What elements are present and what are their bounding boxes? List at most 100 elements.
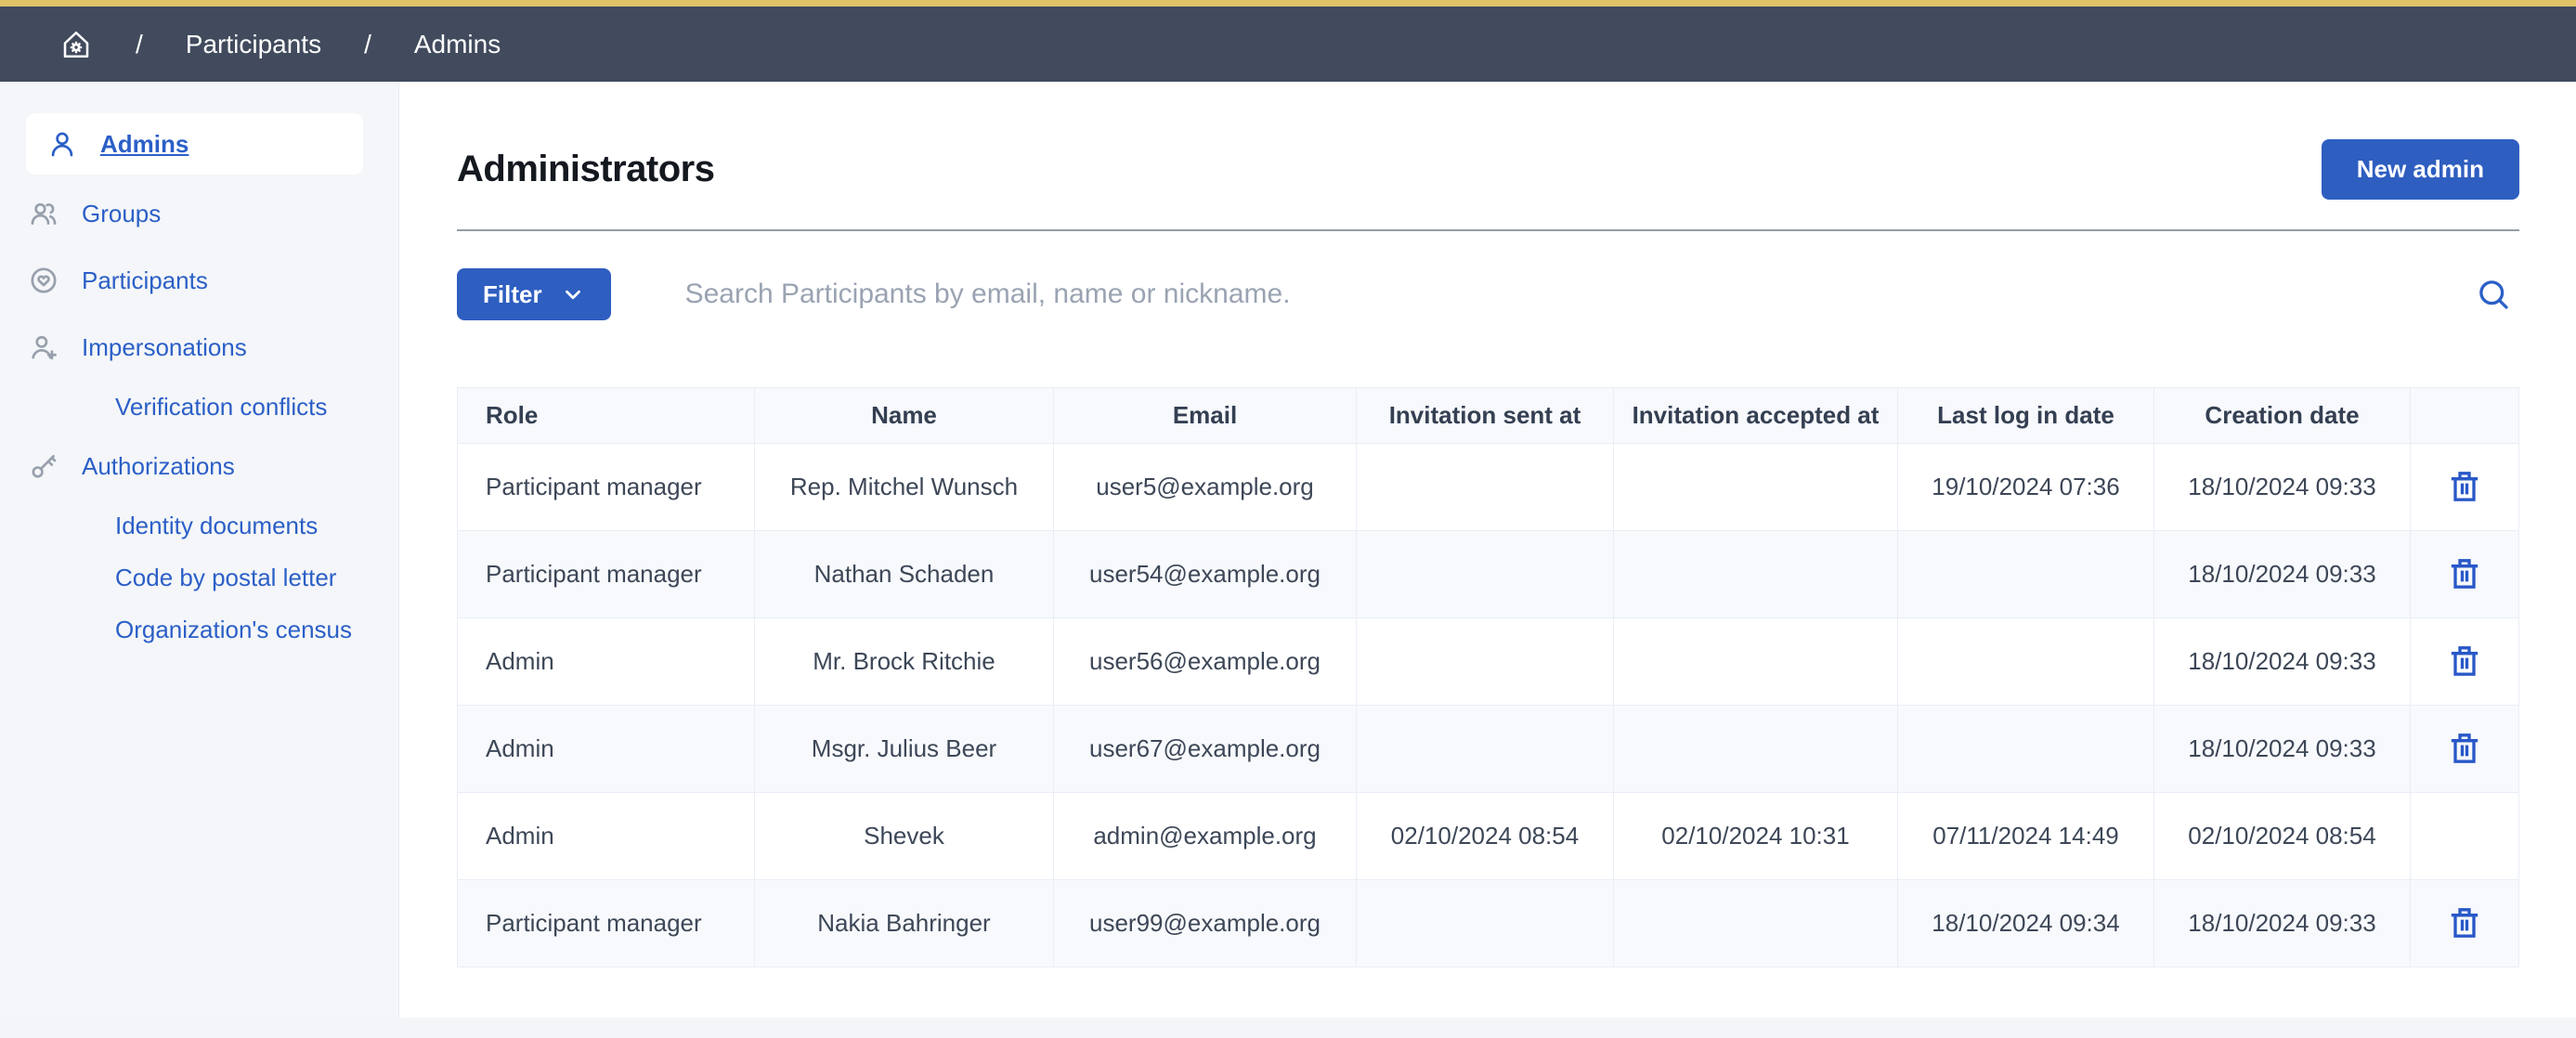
- filter-button[interactable]: Filter: [457, 268, 611, 320]
- user-group-icon: [28, 198, 59, 229]
- cell-name: Nathan Schaden: [755, 531, 1054, 618]
- table-header-row: Role Name Email Invitation sent at Invit…: [458, 388, 2519, 444]
- cell-invitation-accepted-at: 02/10/2024 10:31: [1614, 793, 1898, 880]
- key-icon: [28, 450, 59, 482]
- column-header-creation-date: Creation date: [2154, 388, 2411, 444]
- header-divider: [457, 229, 2519, 231]
- cell-invitation-accepted-at: [1614, 706, 1898, 793]
- cell-actions: [2411, 793, 2519, 880]
- cell-actions: [2411, 618, 2519, 706]
- cell-invitation-sent-at: [1357, 618, 1614, 706]
- search-icon: [2474, 275, 2513, 314]
- cell-invitation-sent-at: [1357, 444, 1614, 531]
- footer-strip: [0, 1018, 2576, 1038]
- cell-invitation-accepted-at: [1614, 618, 1898, 706]
- cell-role: Admin: [458, 793, 755, 880]
- sidebar: Admins Groups: [0, 82, 399, 1018]
- cell-actions: [2411, 531, 2519, 618]
- cell-last-log-in-date: 18/10/2024 09:34: [1898, 880, 2154, 967]
- page-title: Administrators: [457, 149, 715, 190]
- table-row: Participant managerRep. Mitchel Wunschus…: [458, 444, 2519, 531]
- sidebar-item-code-by-postal-letter[interactable]: Code by postal letter: [0, 551, 398, 603]
- column-header-last-log-in-date: Last log in date: [1898, 388, 2154, 444]
- chevron-down-icon: [561, 282, 585, 306]
- cell-creation-date: 18/10/2024 09:33: [2154, 444, 2411, 531]
- trash-icon: [2446, 931, 2483, 945]
- main-content: Administrators New admin Filter: [399, 82, 2576, 1018]
- cell-invitation-sent-at: 02/10/2024 08:54: [1357, 793, 1614, 880]
- breadcrumb-admins[interactable]: Admins: [414, 30, 501, 59]
- breadcrumb: / Participants / Admins: [59, 28, 501, 61]
- table-row: AdminMsgr. Julius Beeruser67@example.org…: [458, 706, 2519, 793]
- sidebar-item-verification-conflicts[interactable]: Verification conflicts: [0, 381, 398, 433]
- cell-email: user67@example.org: [1054, 706, 1357, 793]
- cell-last-log-in-date: [1898, 531, 2154, 618]
- column-header-role: Role: [458, 388, 755, 444]
- table-row: AdminShevekadmin@example.org02/10/2024 0…: [458, 793, 2519, 880]
- new-admin-button[interactable]: New admin: [2322, 139, 2519, 200]
- breadcrumb-separator: /: [364, 30, 371, 59]
- trash-icon: [2446, 757, 2483, 771]
- cell-email: user5@example.org: [1054, 444, 1357, 531]
- cell-email: admin@example.org: [1054, 793, 1357, 880]
- cell-name: Msgr. Julius Beer: [755, 706, 1054, 793]
- cell-invitation-sent-at: [1357, 880, 1614, 967]
- cell-creation-date: 18/10/2024 09:33: [2154, 531, 2411, 618]
- column-header-invitation-sent-at: Invitation sent at: [1357, 388, 1614, 444]
- search-input[interactable]: [611, 268, 2467, 320]
- cell-last-log-in-date: [1898, 618, 2154, 706]
- cell-last-log-in-date: 07/11/2024 14:49: [1898, 793, 2154, 880]
- cell-email: user54@example.org: [1054, 531, 1357, 618]
- delete-admin-button[interactable]: [2440, 636, 2489, 686]
- cell-email: user99@example.org: [1054, 880, 1357, 967]
- cell-actions: [2411, 444, 2519, 531]
- cell-invitation-accepted-at: [1614, 444, 1898, 531]
- cell-name: Shevek: [755, 793, 1054, 880]
- breadcrumb-participants[interactable]: Participants: [186, 30, 321, 59]
- trash-icon: [2446, 669, 2483, 683]
- sidebar-item-organizations-census[interactable]: Organization's census: [0, 603, 398, 655]
- user-icon: [46, 128, 78, 160]
- column-header-email: Email: [1054, 388, 1357, 444]
- heart-badge-icon: [28, 265, 59, 296]
- table-row: Participant managerNakia Bahringeruser99…: [458, 880, 2519, 967]
- sidebar-item-admins[interactable]: Admins: [26, 113, 363, 175]
- cell-name: Mr. Brock Ritchie: [755, 618, 1054, 706]
- cell-name: Rep. Mitchel Wunsch: [755, 444, 1054, 531]
- cell-actions: [2411, 706, 2519, 793]
- sidebar-item-authorizations[interactable]: Authorizations: [0, 433, 398, 500]
- sidebar-item-identity-documents[interactable]: Identity documents: [0, 500, 398, 551]
- breadcrumb-separator: /: [136, 30, 143, 59]
- cell-email: user56@example.org: [1054, 618, 1357, 706]
- delete-admin-button[interactable]: [2440, 898, 2489, 948]
- sidebar-item-groups[interactable]: Groups: [0, 180, 398, 247]
- table-row: Participant managerNathan Schadenuser54@…: [458, 531, 2519, 618]
- sidebar-item-impersonations[interactable]: Impersonations: [0, 314, 398, 381]
- delete-admin-button[interactable]: [2440, 549, 2489, 599]
- user-add-icon: [28, 331, 59, 363]
- cell-role: Participant manager: [458, 444, 755, 531]
- cell-invitation-accepted-at: [1614, 880, 1898, 967]
- cell-role: Admin: [458, 618, 755, 706]
- cell-role: Participant manager: [458, 880, 755, 967]
- cell-actions: [2411, 880, 2519, 967]
- cell-creation-date: 02/10/2024 08:54: [2154, 793, 2411, 880]
- cell-last-log-in-date: 19/10/2024 07:36: [1898, 444, 2154, 531]
- trash-icon: [2446, 495, 2483, 509]
- cell-creation-date: 18/10/2024 09:33: [2154, 706, 2411, 793]
- trash-icon: [2446, 582, 2483, 596]
- delete-admin-button[interactable]: [2440, 461, 2489, 512]
- admins-table: Role Name Email Invitation sent at Invit…: [457, 387, 2519, 967]
- top-navbar: / Participants / Admins: [0, 0, 2576, 82]
- cell-invitation-sent-at: [1357, 531, 1614, 618]
- cell-invitation-sent-at: [1357, 706, 1614, 793]
- cell-invitation-accepted-at: [1614, 531, 1898, 618]
- delete-admin-button[interactable]: [2440, 723, 2489, 773]
- home-gear-icon: [59, 28, 93, 61]
- home-link[interactable]: [59, 28, 93, 61]
- cell-role: Participant manager: [458, 531, 755, 618]
- cell-role: Admin: [458, 706, 755, 793]
- sidebar-item-participants[interactable]: Participants: [0, 247, 398, 314]
- search-button[interactable]: [2467, 268, 2519, 320]
- column-header-actions: [2411, 388, 2519, 444]
